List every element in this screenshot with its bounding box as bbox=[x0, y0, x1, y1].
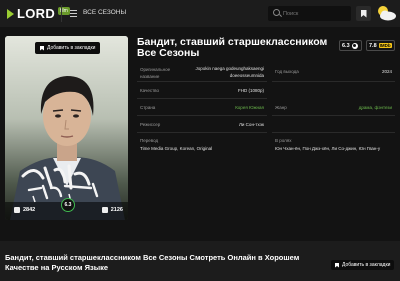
add-bookmark-label: Добавить в закладки bbox=[47, 45, 96, 51]
logo-text: LORD bbox=[17, 6, 56, 21]
bookmark-icon bbox=[335, 262, 339, 268]
poster-artwork bbox=[5, 36, 128, 220]
thumbs-down-icon bbox=[101, 207, 108, 213]
likes-count: 2842 bbox=[23, 207, 36, 213]
poster-vote-bar: 2842 6.3 2126 bbox=[5, 198, 128, 220]
info-table-left: Оригинальное название Jopokin naega gode… bbox=[137, 61, 267, 155]
quality-value: FHD (1080p) bbox=[237, 88, 264, 93]
bookmarks-button[interactable] bbox=[356, 6, 371, 21]
info-row-year: Год выхода 2024 bbox=[272, 61, 395, 82]
genre-label: Жанр bbox=[275, 105, 287, 110]
search-input[interactable] bbox=[283, 8, 347, 19]
translation-value: Time Media Group, Korean, Original bbox=[140, 146, 213, 151]
info-row-translation: Перевод Time Media Group, Korean, Origin… bbox=[137, 133, 267, 155]
kp-rating-value: 6.3 bbox=[342, 42, 350, 49]
year-value: 2024 bbox=[381, 69, 392, 74]
menu-icon[interactable] bbox=[70, 10, 77, 17]
bookmark-icon bbox=[360, 9, 367, 18]
kinopoisk-rating: 6.3 bbox=[339, 40, 362, 51]
quality-label: Качество bbox=[140, 88, 160, 93]
info-row-country: Страна Корея Южная bbox=[137, 99, 267, 116]
search-icon[interactable] bbox=[273, 9, 280, 16]
genre-links[interactable]: драма, фэнтези bbox=[359, 105, 392, 110]
bookmark-icon bbox=[40, 45, 44, 51]
info-table-right: Год выхода 2024 Жанр драма, фэнтези В ро… bbox=[272, 61, 395, 155]
site-header: LORD film ВСЕ СЕЗОНЫ bbox=[0, 0, 400, 27]
info-row-quality: Качество FHD (1080p) bbox=[137, 82, 267, 99]
info-row-spacer bbox=[272, 82, 395, 99]
country-label: Страна bbox=[140, 105, 156, 110]
page-title: Бандит, ставший старшеклассником Все Сез… bbox=[137, 36, 328, 59]
original-name-value-1: Jopokin naega godeunghaksaengi bbox=[195, 66, 264, 71]
year-label: Год выхода bbox=[275, 69, 299, 74]
info-row-empty bbox=[272, 116, 395, 133]
original-name-label: Оригинальное название bbox=[140, 67, 171, 79]
add-bookmark-button[interactable]: Добавить в закладки bbox=[35, 42, 101, 54]
seo-title: Бандит, ставший старшеклассником Все Сез… bbox=[5, 253, 300, 272]
info-row-cast: В ролях Юн Чхан-ён, Пон Джэ-хён, Ли Со-д… bbox=[272, 133, 395, 155]
header-divider bbox=[61, 5, 62, 22]
play-icon bbox=[7, 8, 14, 19]
weather-toggle-icon[interactable] bbox=[375, 4, 397, 22]
cast-label: В ролях bbox=[275, 138, 292, 143]
info-row-genre: Жанр драма, фэнтези bbox=[272, 99, 395, 116]
poster[interactable]: Добавить в закладки 2842 6.3 2126 bbox=[5, 36, 128, 220]
cast-value: Юн Чхан-ён, Пон Джэ-хён, Ли Со-джин, Юн … bbox=[275, 146, 381, 151]
imdb-rating: 7.8 IMDb bbox=[366, 40, 395, 51]
like-button[interactable]: 2842 bbox=[14, 207, 35, 213]
dislikes-count: 2126 bbox=[110, 207, 123, 213]
bottom-bookmark-label: Добавить в закладки bbox=[342, 262, 391, 268]
country-link[interactable]: Корея Южная bbox=[235, 105, 264, 110]
dislike-button[interactable]: 2126 bbox=[101, 207, 123, 213]
imdb-icon: IMDb bbox=[378, 43, 392, 48]
director-value: Ли Сон-тхэк bbox=[238, 122, 264, 127]
nav-all-seasons[interactable]: ВСЕ СЕЗОНЫ bbox=[83, 9, 126, 16]
kinopoisk-icon bbox=[351, 42, 358, 49]
user-score: 6.3 bbox=[61, 198, 75, 212]
bottom-add-bookmark-button[interactable]: Добавить в закладки bbox=[331, 260, 395, 270]
original-name-value-2: doeeosseumnida bbox=[229, 73, 264, 78]
search-box[interactable] bbox=[268, 6, 351, 21]
logo-badge: film bbox=[58, 6, 70, 15]
info-row-original-name: Оригинальное название Jopokin naega gode… bbox=[137, 61, 267, 82]
translation-label: Перевод bbox=[140, 138, 159, 143]
info-row-director: Режиссер Ли Сон-тхэк bbox=[137, 116, 267, 133]
director-label: Режиссер bbox=[140, 122, 161, 127]
imdb-rating-value: 7.8 bbox=[369, 42, 377, 49]
thumbs-up-icon bbox=[14, 207, 20, 213]
